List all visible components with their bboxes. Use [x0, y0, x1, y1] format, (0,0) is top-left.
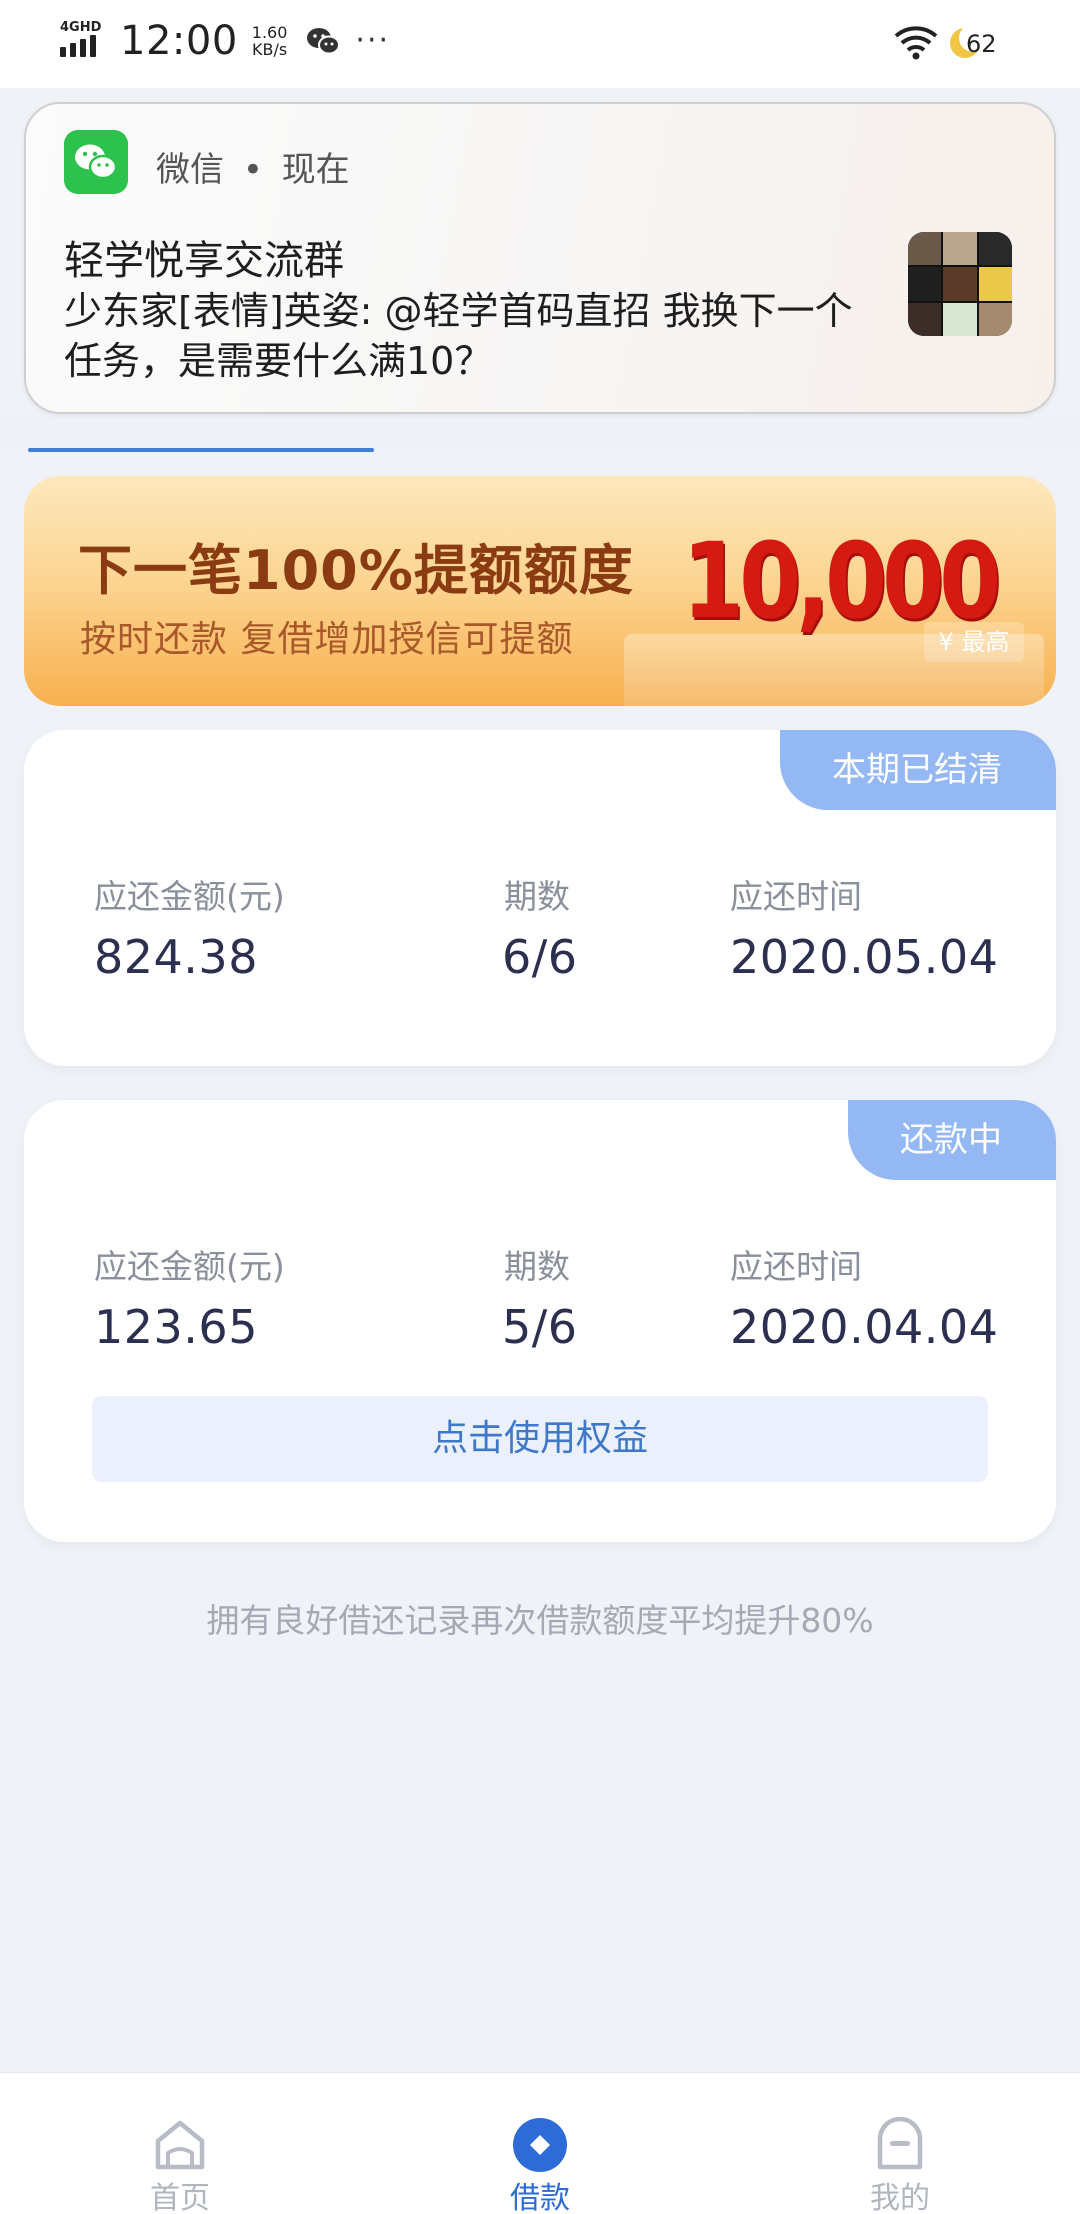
battery-indicator: 62	[950, 22, 1000, 62]
loan-records-screen: 4GHD 12:00 1.60 KB/s ··· 62 微信 • 现在 轻学悦享…	[0, 0, 1080, 2214]
period-label: 期数	[504, 1247, 570, 1286]
wechat-status-icon	[307, 28, 341, 55]
home-icon	[155, 2120, 205, 2170]
repayment-card[interactable]: 本期已结清 应还金额(元) 824.38 期数 6/6 应还时间 2020.05…	[24, 730, 1056, 1066]
tab-home-label: 首页	[150, 2181, 210, 2214]
period-value: 6/6	[502, 930, 578, 984]
due-date-value: 2020.05.04	[730, 930, 999, 984]
notification-time: 现在	[281, 150, 350, 190]
wechat-app-icon	[64, 130, 128, 194]
amount-label: 应还金额(元)	[94, 1247, 285, 1286]
notification-message: 少东家[表情]英姿: @轻学首码直招 我换下一个任务，是需要什么满10？	[64, 289, 853, 383]
network-speed: 1.60 KB/s	[252, 24, 288, 58]
page-progress-track	[0, 418, 1080, 452]
bottom-tab-bar: 首页 借款 我的	[0, 2072, 1080, 2214]
repayment-card[interactable]: 还款中 应还金额(元) 123.65 期数 5/6 应还时间 2020.04.0…	[24, 1100, 1056, 1542]
wechat-notification[interactable]: 微信 • 现在 轻学悦享交流群 少东家[表情]英姿: @轻学首码直招 我换下一个…	[24, 102, 1056, 414]
banner-subtitle: 按时还款 复借增加授信可提额	[80, 619, 574, 660]
more-notifications-icon: ···	[355, 23, 391, 58]
loan-icon	[513, 2118, 567, 2172]
amount-label: 应还金额(元)	[94, 877, 285, 916]
banner-title: 下一笔100%提额额度	[78, 539, 634, 602]
wifi-icon	[894, 26, 938, 60]
tab-profile-label: 我的	[870, 2181, 930, 2214]
amount-value: 123.65	[94, 1300, 258, 1354]
notification-app-name: 微信	[156, 150, 224, 190]
amount-value: 824.38	[94, 930, 258, 984]
due-date-label: 应还时间	[730, 877, 862, 916]
period-label: 期数	[504, 877, 570, 916]
page-progress-indicator	[28, 448, 374, 452]
notification-app-line: 微信 • 现在	[156, 142, 350, 191]
network-type: 4GHD	[60, 20, 102, 35]
use-benefits-button[interactable]: 点击使用权益	[92, 1396, 988, 1482]
due-date-label: 应还时间	[730, 1247, 862, 1286]
network-speed-unit: KB/s	[251, 40, 288, 59]
banner-tag: ¥ 最高	[924, 622, 1024, 662]
footer-note: 拥有良好借还记录再次借款额度平均提升80%	[206, 1601, 874, 1640]
profile-icon	[877, 2117, 923, 2170]
notification-separator: •	[242, 150, 263, 190]
network-speed-value: 1.60	[251, 23, 288, 42]
notification-title: 轻学悦享交流群	[64, 238, 344, 284]
tab-loan[interactable]: 借款	[440, 2073, 640, 2214]
due-date-value: 2020.04.04	[730, 1300, 999, 1354]
cellular-signal-icon: 4GHD	[60, 21, 106, 61]
status-badge: 本期已结清	[780, 730, 1056, 810]
status-badge: 还款中	[848, 1100, 1056, 1180]
credit-limit-banner[interactable]: 下一笔100%提额额度 按时还款 复借增加授信可提额 10,000 ¥ 最高	[24, 476, 1056, 706]
tab-profile[interactable]: 我的	[800, 2073, 1000, 2214]
status-bar: 4GHD 12:00 1.60 KB/s ··· 62	[0, 0, 1080, 88]
tab-home[interactable]: 首页	[80, 2073, 280, 2214]
clock: 12:00	[120, 18, 238, 64]
battery-level: 62	[966, 30, 997, 58]
tab-loan-label: 借款	[510, 2181, 570, 2214]
period-value: 5/6	[502, 1300, 578, 1354]
group-avatar	[908, 232, 1012, 336]
